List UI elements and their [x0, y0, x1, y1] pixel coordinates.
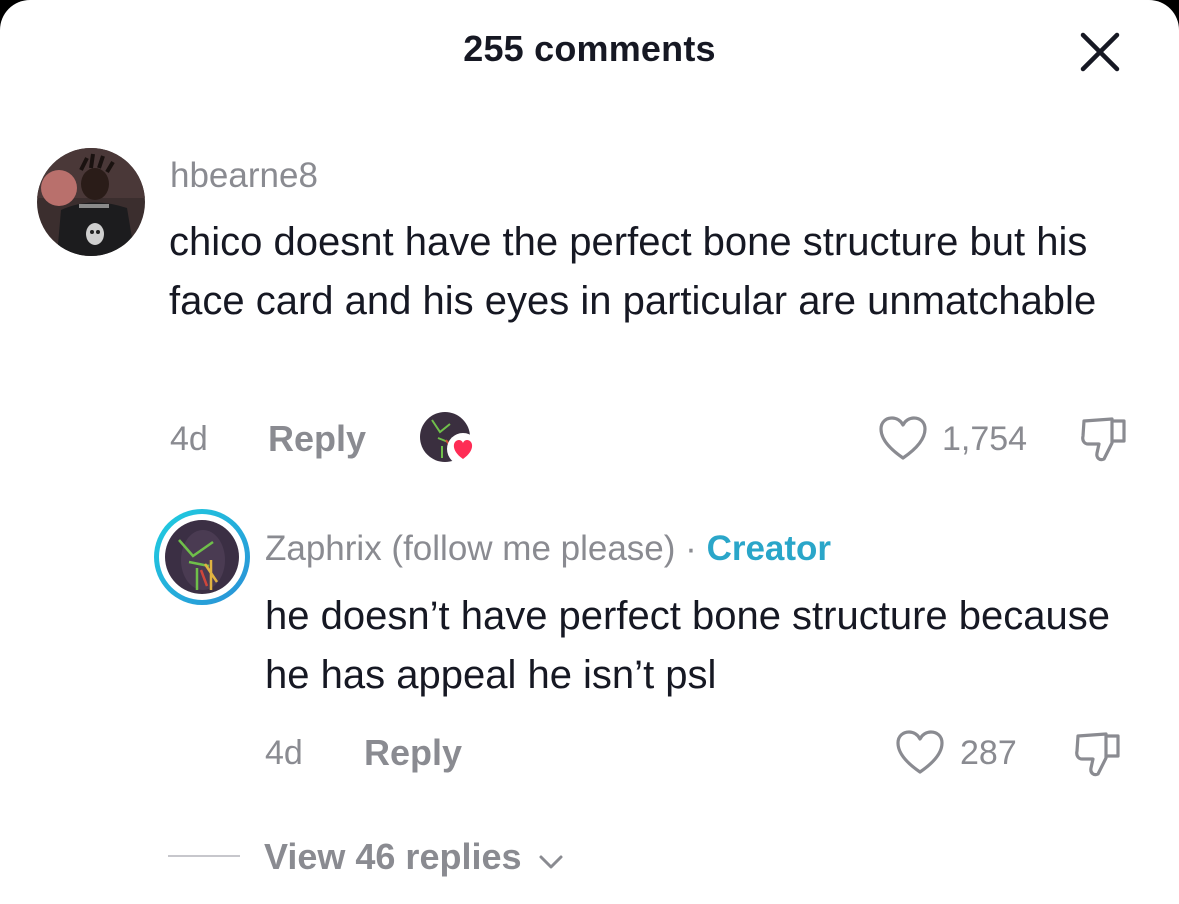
like-count: 1,754 — [942, 420, 1028, 458]
reply-button[interactable]: Reply — [268, 418, 366, 460]
comment-username[interactable]: hbearne8 — [170, 156, 318, 196]
replies-divider — [168, 855, 240, 857]
thumbs-down-icon[interactable] — [1074, 730, 1122, 780]
heart-badge-icon — [446, 432, 480, 466]
thumbs-down-icon[interactable] — [1080, 415, 1128, 465]
like-count: 287 — [960, 734, 1017, 772]
creator-liked-indicator — [420, 412, 480, 466]
reply-text: he doesn’t have perfect bone structure b… — [265, 594, 1110, 697]
comments-sheet: 255 comments hbearne8 chico doesnt have … — [0, 0, 1179, 904]
view-replies-label: View 46 replies — [264, 836, 522, 877]
view-replies-button[interactable]: View 46 replies — [264, 836, 564, 880]
reply-timestamp: 4d — [265, 734, 303, 772]
comments-count-title: 255 comments — [463, 28, 716, 69]
chevron-down-icon — [538, 838, 564, 880]
username-separator: · — [685, 529, 697, 568]
comment-timestamp: 4d — [170, 420, 208, 458]
heart-icon[interactable] — [895, 730, 945, 776]
creator-avatar[interactable] — [154, 509, 250, 605]
reply-button[interactable]: Reply — [364, 732, 462, 774]
creator-badge: Creator — [706, 529, 832, 568]
avatar[interactable] — [37, 148, 145, 256]
close-icon[interactable] — [1080, 32, 1120, 72]
comment-text: chico doesnt have the perfect bone struc… — [169, 220, 1097, 323]
reply-username[interactable]: Zaphrix (follow me please) — [265, 529, 675, 568]
heart-icon[interactable] — [878, 416, 928, 462]
reply-username-line: Zaphrix (follow me please) · Creator — [265, 529, 831, 569]
